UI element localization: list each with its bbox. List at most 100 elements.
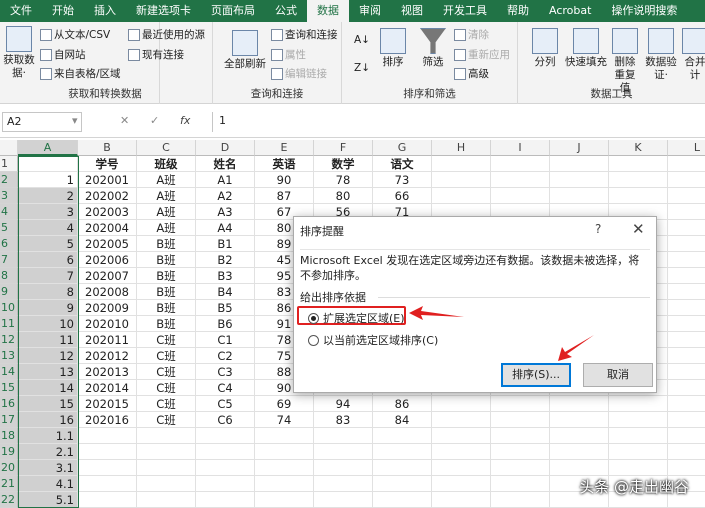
- close-icon[interactable]: ✕: [632, 220, 645, 238]
- name-box[interactable]: A2: [2, 112, 82, 132]
- cell-C11[interactable]: B班: [137, 316, 196, 332]
- cell-J20[interactable]: [550, 460, 609, 476]
- cell-I20[interactable]: [491, 460, 550, 476]
- row-header[interactable]: 19: [0, 444, 18, 460]
- cell-D10[interactable]: B5: [196, 300, 255, 316]
- cell-L18[interactable]: [668, 428, 705, 444]
- cell-G19[interactable]: [373, 444, 432, 460]
- cell-L16[interactable]: [668, 396, 705, 412]
- row-header[interactable]: 7: [0, 252, 18, 268]
- tab-3[interactable]: 新建选项卡: [126, 0, 201, 22]
- cell-B5[interactable]: 202004: [78, 220, 137, 236]
- cell-C16[interactable]: C班: [137, 396, 196, 412]
- cell-B16[interactable]: 202015: [78, 396, 137, 412]
- reapply-button[interactable]: 重新应用: [454, 47, 510, 62]
- cell-K20[interactable]: [609, 460, 668, 476]
- tab-5[interactable]: 公式: [265, 0, 307, 22]
- cell-B20[interactable]: [78, 460, 137, 476]
- cell-D5[interactable]: A4: [196, 220, 255, 236]
- cell-E3[interactable]: 87: [255, 188, 314, 204]
- cell-J3[interactable]: [550, 188, 609, 204]
- tab-6[interactable]: 数据: [307, 0, 349, 22]
- cell-G2[interactable]: 73: [373, 172, 432, 188]
- cell-F21[interactable]: [314, 476, 373, 492]
- tab-8[interactable]: 视图: [391, 0, 433, 22]
- from-text-button[interactable]: 从文本/CSV: [40, 27, 110, 42]
- cell-C21[interactable]: [137, 476, 196, 492]
- cell-B14[interactable]: 202013: [78, 364, 137, 380]
- row-header[interactable]: 12: [0, 332, 18, 348]
- cell-A20[interactable]: 3.1: [18, 460, 78, 476]
- cell-H17[interactable]: [432, 412, 491, 428]
- cell-B9[interactable]: 202008: [78, 284, 137, 300]
- text-to-columns-button[interactable]: 分列: [530, 28, 560, 69]
- cell-A7[interactable]: 6: [18, 252, 78, 268]
- sort-asc-button[interactable]: A↓: [354, 34, 370, 46]
- cell-B19[interactable]: [78, 444, 137, 460]
- column-header-H[interactable]: H: [432, 140, 491, 156]
- cell-K2[interactable]: [609, 172, 668, 188]
- cell-A15[interactable]: 14: [18, 380, 78, 396]
- cell-C18[interactable]: [137, 428, 196, 444]
- cell-L14[interactable]: [668, 364, 705, 380]
- cell-A3[interactable]: 2: [18, 188, 78, 204]
- cell-D6[interactable]: B1: [196, 236, 255, 252]
- cell-L13[interactable]: [668, 348, 705, 364]
- formula-input[interactable]: 1: [212, 112, 705, 132]
- cell-A1[interactable]: [18, 156, 78, 172]
- cell-J1[interactable]: [550, 156, 609, 172]
- row-header[interactable]: 20: [0, 460, 18, 476]
- cell-B6[interactable]: 202005: [78, 236, 137, 252]
- cell-D12[interactable]: C1: [196, 332, 255, 348]
- row-header[interactable]: 22: [0, 492, 18, 508]
- row-header[interactable]: 21: [0, 476, 18, 492]
- cell-H1[interactable]: [432, 156, 491, 172]
- cell-C19[interactable]: [137, 444, 196, 460]
- row-header[interactable]: 15: [0, 380, 18, 396]
- cell-H21[interactable]: [432, 476, 491, 492]
- cell-D7[interactable]: B2: [196, 252, 255, 268]
- cell-J18[interactable]: [550, 428, 609, 444]
- cell-F3[interactable]: 80: [314, 188, 373, 204]
- cell-C22[interactable]: [137, 492, 196, 508]
- cell-B2[interactable]: 202001: [78, 172, 137, 188]
- cell-L9[interactable]: [668, 284, 705, 300]
- cell-A12[interactable]: 11: [18, 332, 78, 348]
- cell-E20[interactable]: [255, 460, 314, 476]
- cell-E16[interactable]: 69: [255, 396, 314, 412]
- cell-L3[interactable]: [668, 188, 705, 204]
- cell-D16[interactable]: C5: [196, 396, 255, 412]
- cell-G20[interactable]: [373, 460, 432, 476]
- sort-desc-button[interactable]: Z↓: [354, 62, 370, 74]
- cell-B17[interactable]: 202016: [78, 412, 137, 428]
- cell-I16[interactable]: [491, 396, 550, 412]
- cell-I1[interactable]: [491, 156, 550, 172]
- clear-button[interactable]: 清除: [454, 27, 489, 42]
- cell-E18[interactable]: [255, 428, 314, 444]
- cell-B13[interactable]: 202012: [78, 348, 137, 364]
- row-header[interactable]: 2: [0, 172, 18, 188]
- edit-links-button[interactable]: 编辑链接: [271, 66, 327, 81]
- tab-0[interactable]: 文件: [0, 0, 42, 22]
- cell-I2[interactable]: [491, 172, 550, 188]
- cell-B12[interactable]: 202011: [78, 332, 137, 348]
- cell-C13[interactable]: C班: [137, 348, 196, 364]
- radio-expand-selection[interactable]: 扩展选定区域(E): [308, 310, 405, 326]
- cell-I22[interactable]: [491, 492, 550, 508]
- cell-A2[interactable]: 1: [18, 172, 78, 188]
- cell-D1[interactable]: 姓名: [196, 156, 255, 172]
- tab-7[interactable]: 审阅: [349, 0, 391, 22]
- cell-K3[interactable]: [609, 188, 668, 204]
- cell-C4[interactable]: A班: [137, 204, 196, 220]
- cell-D11[interactable]: B6: [196, 316, 255, 332]
- cell-D21[interactable]: [196, 476, 255, 492]
- cancel-button[interactable]: 取消: [583, 363, 653, 387]
- column-header-J[interactable]: J: [550, 140, 609, 156]
- cell-L4[interactable]: [668, 204, 705, 220]
- cell-L11[interactable]: [668, 316, 705, 332]
- sort-button[interactable]: 排序: [378, 28, 408, 69]
- cell-G16[interactable]: 86: [373, 396, 432, 412]
- from-table-button[interactable]: 来自表格/区域: [40, 66, 121, 81]
- cell-B1[interactable]: 学号: [78, 156, 137, 172]
- column-header-D[interactable]: D: [196, 140, 255, 156]
